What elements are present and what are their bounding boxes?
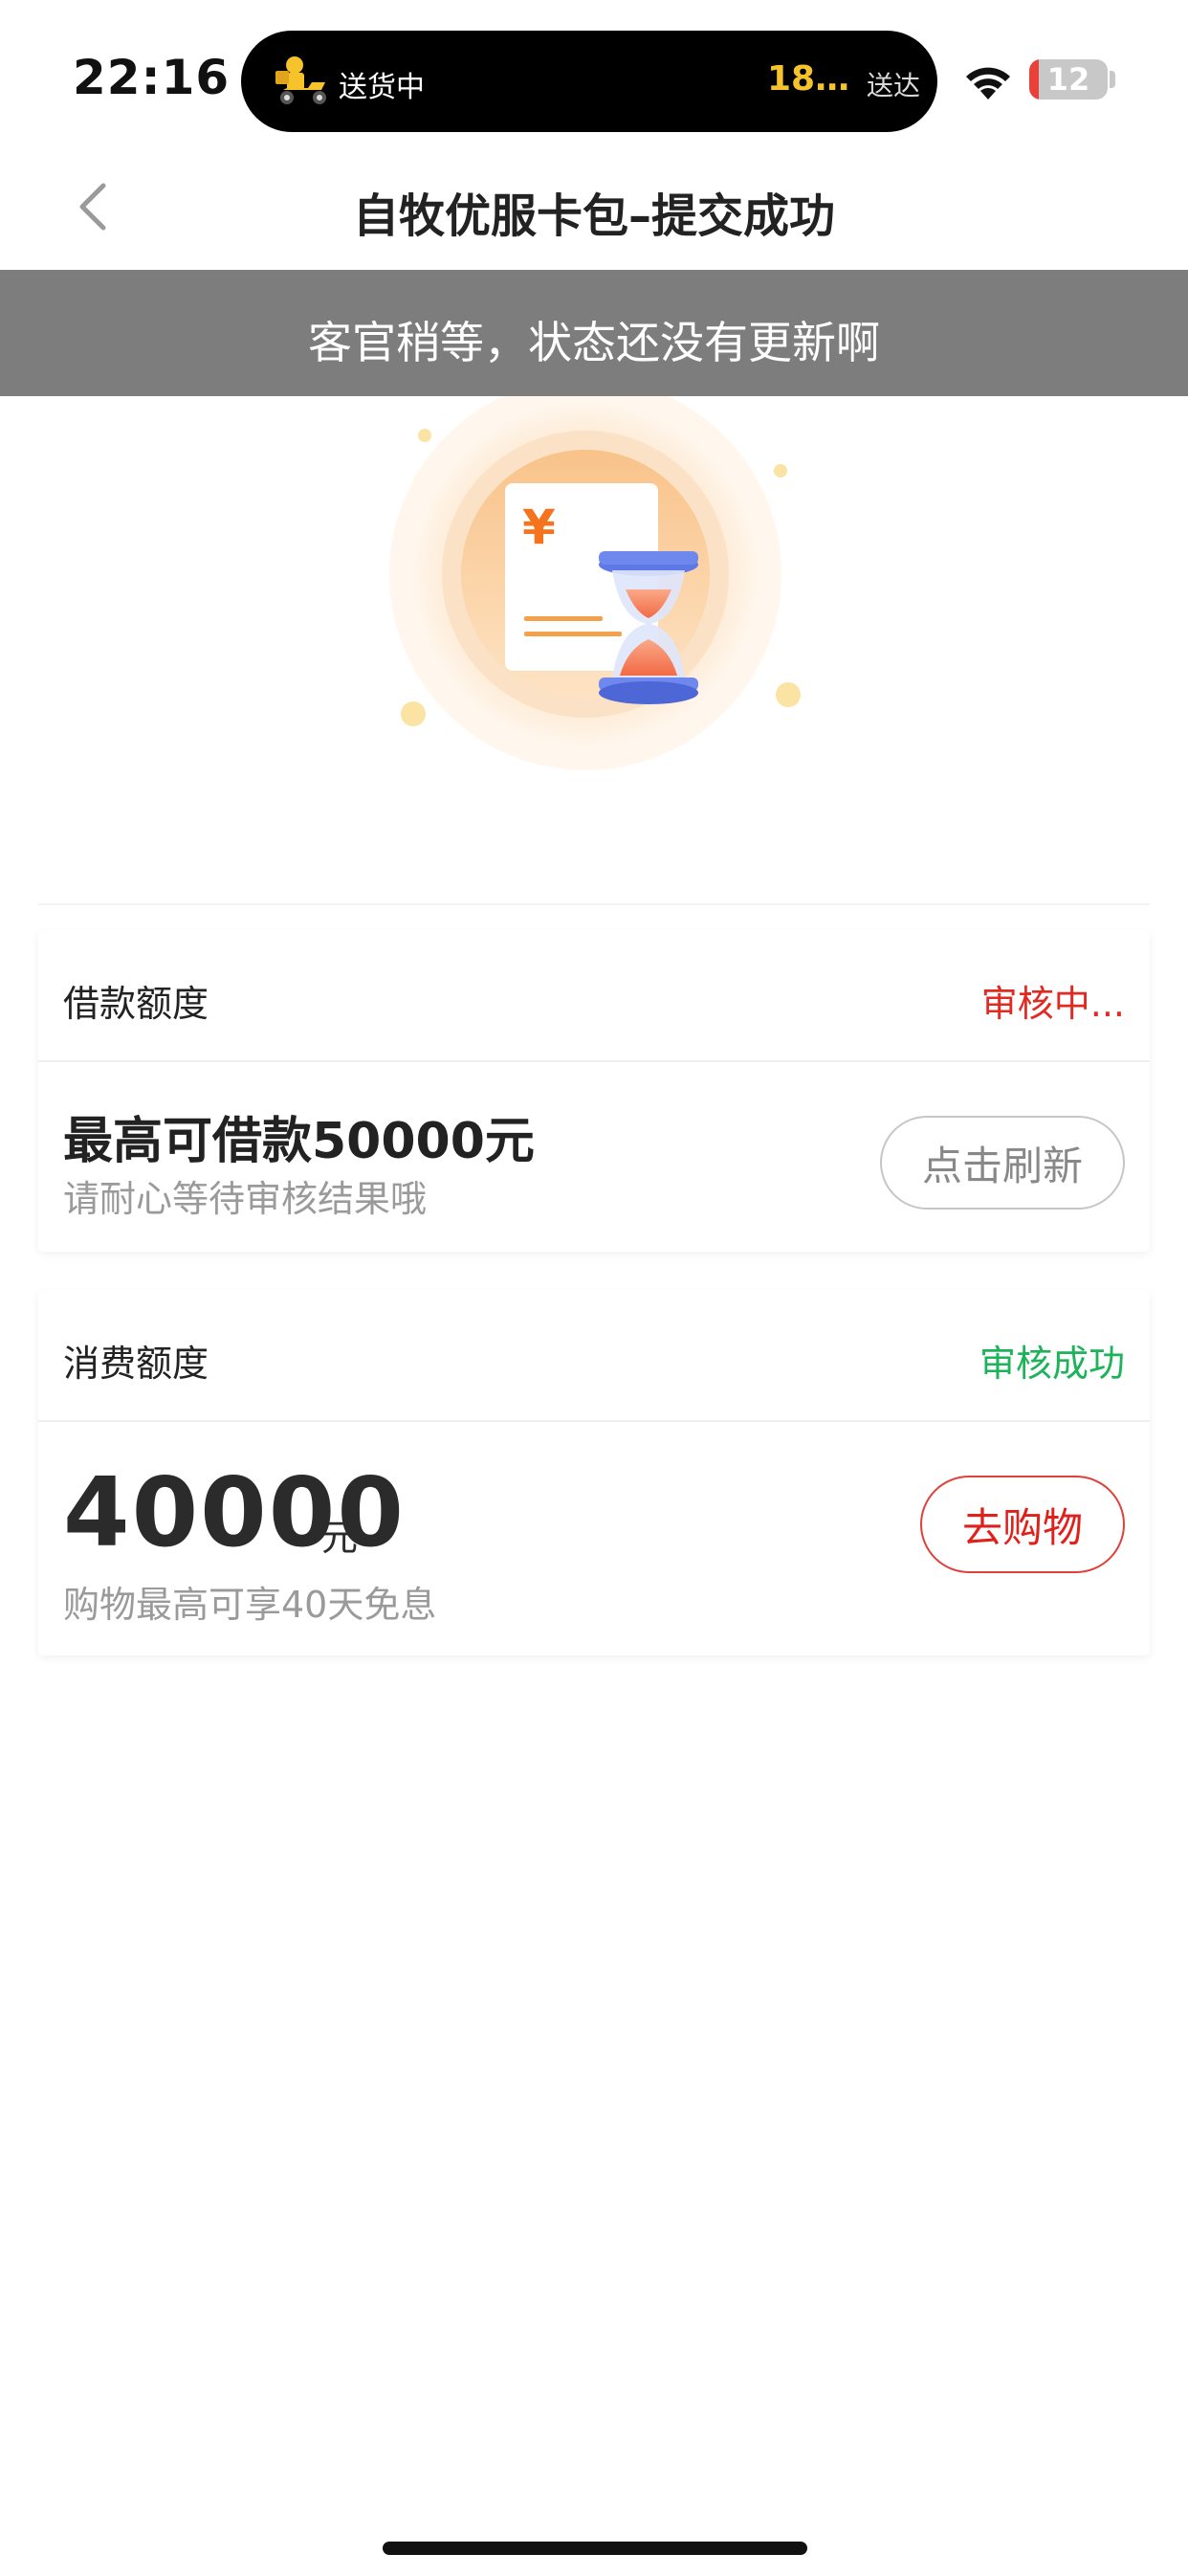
currency-symbol: ¥ <box>522 500 556 555</box>
page-title: 自牧优服卡包–提交成功 <box>352 189 835 243</box>
status-toast: 客官稍等，状态还没有更新啊 <box>0 270 1188 396</box>
loan-quota-card: 借款额度 审核中... 最高可借款50000元 请耐心等待审核结果哦 点击刷新 <box>38 930 1150 1252</box>
consumption-hint: 购物最高可享40天免息 <box>63 1584 437 1626</box>
battery-icon: 12 <box>1029 59 1108 100</box>
toast-message: 客官稍等，状态还没有更新啊 <box>308 317 880 368</box>
consumption-review-status: 审核成功 <box>979 1343 1125 1385</box>
nav-bar: 自牧优服卡包–提交成功 <box>0 144 1188 270</box>
delivery-rider-icon <box>275 56 326 104</box>
live-activity-count: 18… <box>767 59 850 99</box>
status-bar: 22:16 送货中 18… 送达 12 <box>0 0 1188 144</box>
dynamic-island-live-activity[interactable]: 送货中 18… 送达 <box>241 31 937 132</box>
status-time: 22:16 <box>73 50 231 105</box>
consumption-quota-label: 消费额度 <box>63 1343 209 1385</box>
section-divider <box>38 903 1150 905</box>
loan-review-status: 审核中... <box>980 983 1125 1025</box>
consumption-unit: 元 <box>321 1517 359 1559</box>
battery-level-text: 12 <box>1046 61 1090 98</box>
page: 22:16 送货中 18… 送达 12 自牧优服卡包–提交成功 ¥ 客官稍等，状… <box>0 0 1188 2576</box>
loan-quota-label: 借款额度 <box>63 983 209 1025</box>
wifi-icon <box>966 67 1010 100</box>
home-indicator[interactable] <box>383 2542 807 2555</box>
review-pending-illustration: ¥ <box>389 383 801 770</box>
live-activity-title: 送货中 <box>339 71 425 104</box>
loan-hint: 请耐心等待审核结果哦 <box>63 1178 428 1220</box>
refresh-button[interactable]: 点击刷新 <box>880 1116 1125 1210</box>
live-activity-right-label: 送达 <box>867 70 921 101</box>
loan-max-amount: 最高可借款50000元 <box>63 1113 535 1170</box>
card-divider <box>38 1060 1150 1062</box>
card-divider <box>38 1420 1150 1422</box>
back-chevron-icon[interactable] <box>67 178 124 235</box>
battery-nub <box>1110 71 1115 88</box>
go-shopping-button[interactable]: 去购物 <box>920 1476 1125 1573</box>
consumption-quota-card: 消费额度 审核成功 40000 元 购物最高可享40天免息 去购物 <box>38 1290 1150 1655</box>
